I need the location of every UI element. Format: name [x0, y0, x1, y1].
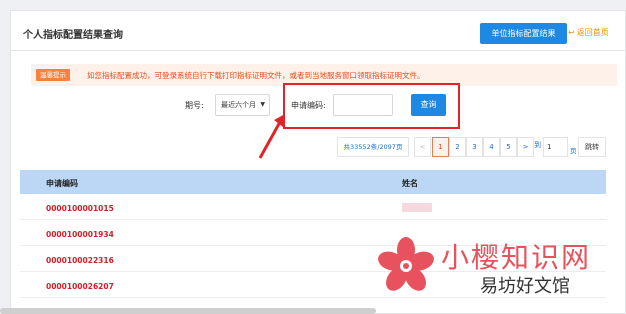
application-code: 0000100001934 — [46, 230, 114, 239]
watermark-subtitle: 易坊好文馆 — [480, 276, 570, 297]
table-row: 0000100001015 — [20, 194, 606, 220]
page-button-2[interactable]: 2 — [449, 137, 466, 157]
jump-button[interactable]: 跳转 — [578, 137, 606, 157]
redacted-name — [402, 203, 432, 212]
prev-page-button[interactable]: < — [414, 137, 431, 157]
page-button-1[interactable]: 1 — [432, 137, 449, 157]
watermark-title: 小樱知识网 — [441, 241, 592, 274]
application-code: 0000100001015 — [46, 204, 114, 213]
notice-text: 如您指标配置成功，可登录系统自行下载打印指标证明文件，或者到当地服务窗口领取指标… — [87, 71, 425, 80]
page-button-3[interactable]: 3 — [466, 137, 483, 157]
page-button-5[interactable]: 5 — [500, 137, 517, 157]
page-title: 个人指标配置结果查询 — [23, 30, 123, 41]
page-button-4[interactable]: 4 — [483, 137, 500, 157]
application-code: 0000100022316 — [46, 256, 114, 265]
column-header-code: 申请编码 — [46, 179, 78, 188]
unit-config-button[interactable]: 单位指标配置结果 — [480, 23, 567, 44]
highlight-box — [283, 83, 460, 129]
goto-page-input[interactable]: 1 — [543, 137, 568, 157]
column-header-name: 姓名 — [402, 179, 418, 188]
table-header: 申请编码 姓名 — [20, 170, 606, 194]
period-value: 最近六个月 — [221, 101, 256, 109]
back-home-link[interactable]: ↩ 返回首页 — [568, 27, 609, 38]
goto-label: 到 — [534, 141, 541, 149]
horizontal-scrollbar[interactable] — [0, 308, 376, 314]
back-home-label: 返回首页 — [576, 28, 609, 37]
panel-header: 个人指标配置结果查询 单位指标配置结果 ↩ 返回首页 — [11, 11, 626, 51]
application-code: 0000100026207 — [46, 282, 114, 291]
period-label: 期号: — [185, 101, 204, 110]
back-arrow-icon: ↩ — [568, 28, 575, 37]
next-page-button[interactable]: > — [517, 137, 534, 157]
sakura-logo-icon — [378, 237, 434, 291]
notice-tag: 温馨提示 — [36, 69, 70, 81]
red-arrow-icon — [258, 114, 285, 159]
goto-unit: 页 — [570, 147, 577, 155]
page-info: 共33552条/2097页 — [337, 137, 409, 157]
